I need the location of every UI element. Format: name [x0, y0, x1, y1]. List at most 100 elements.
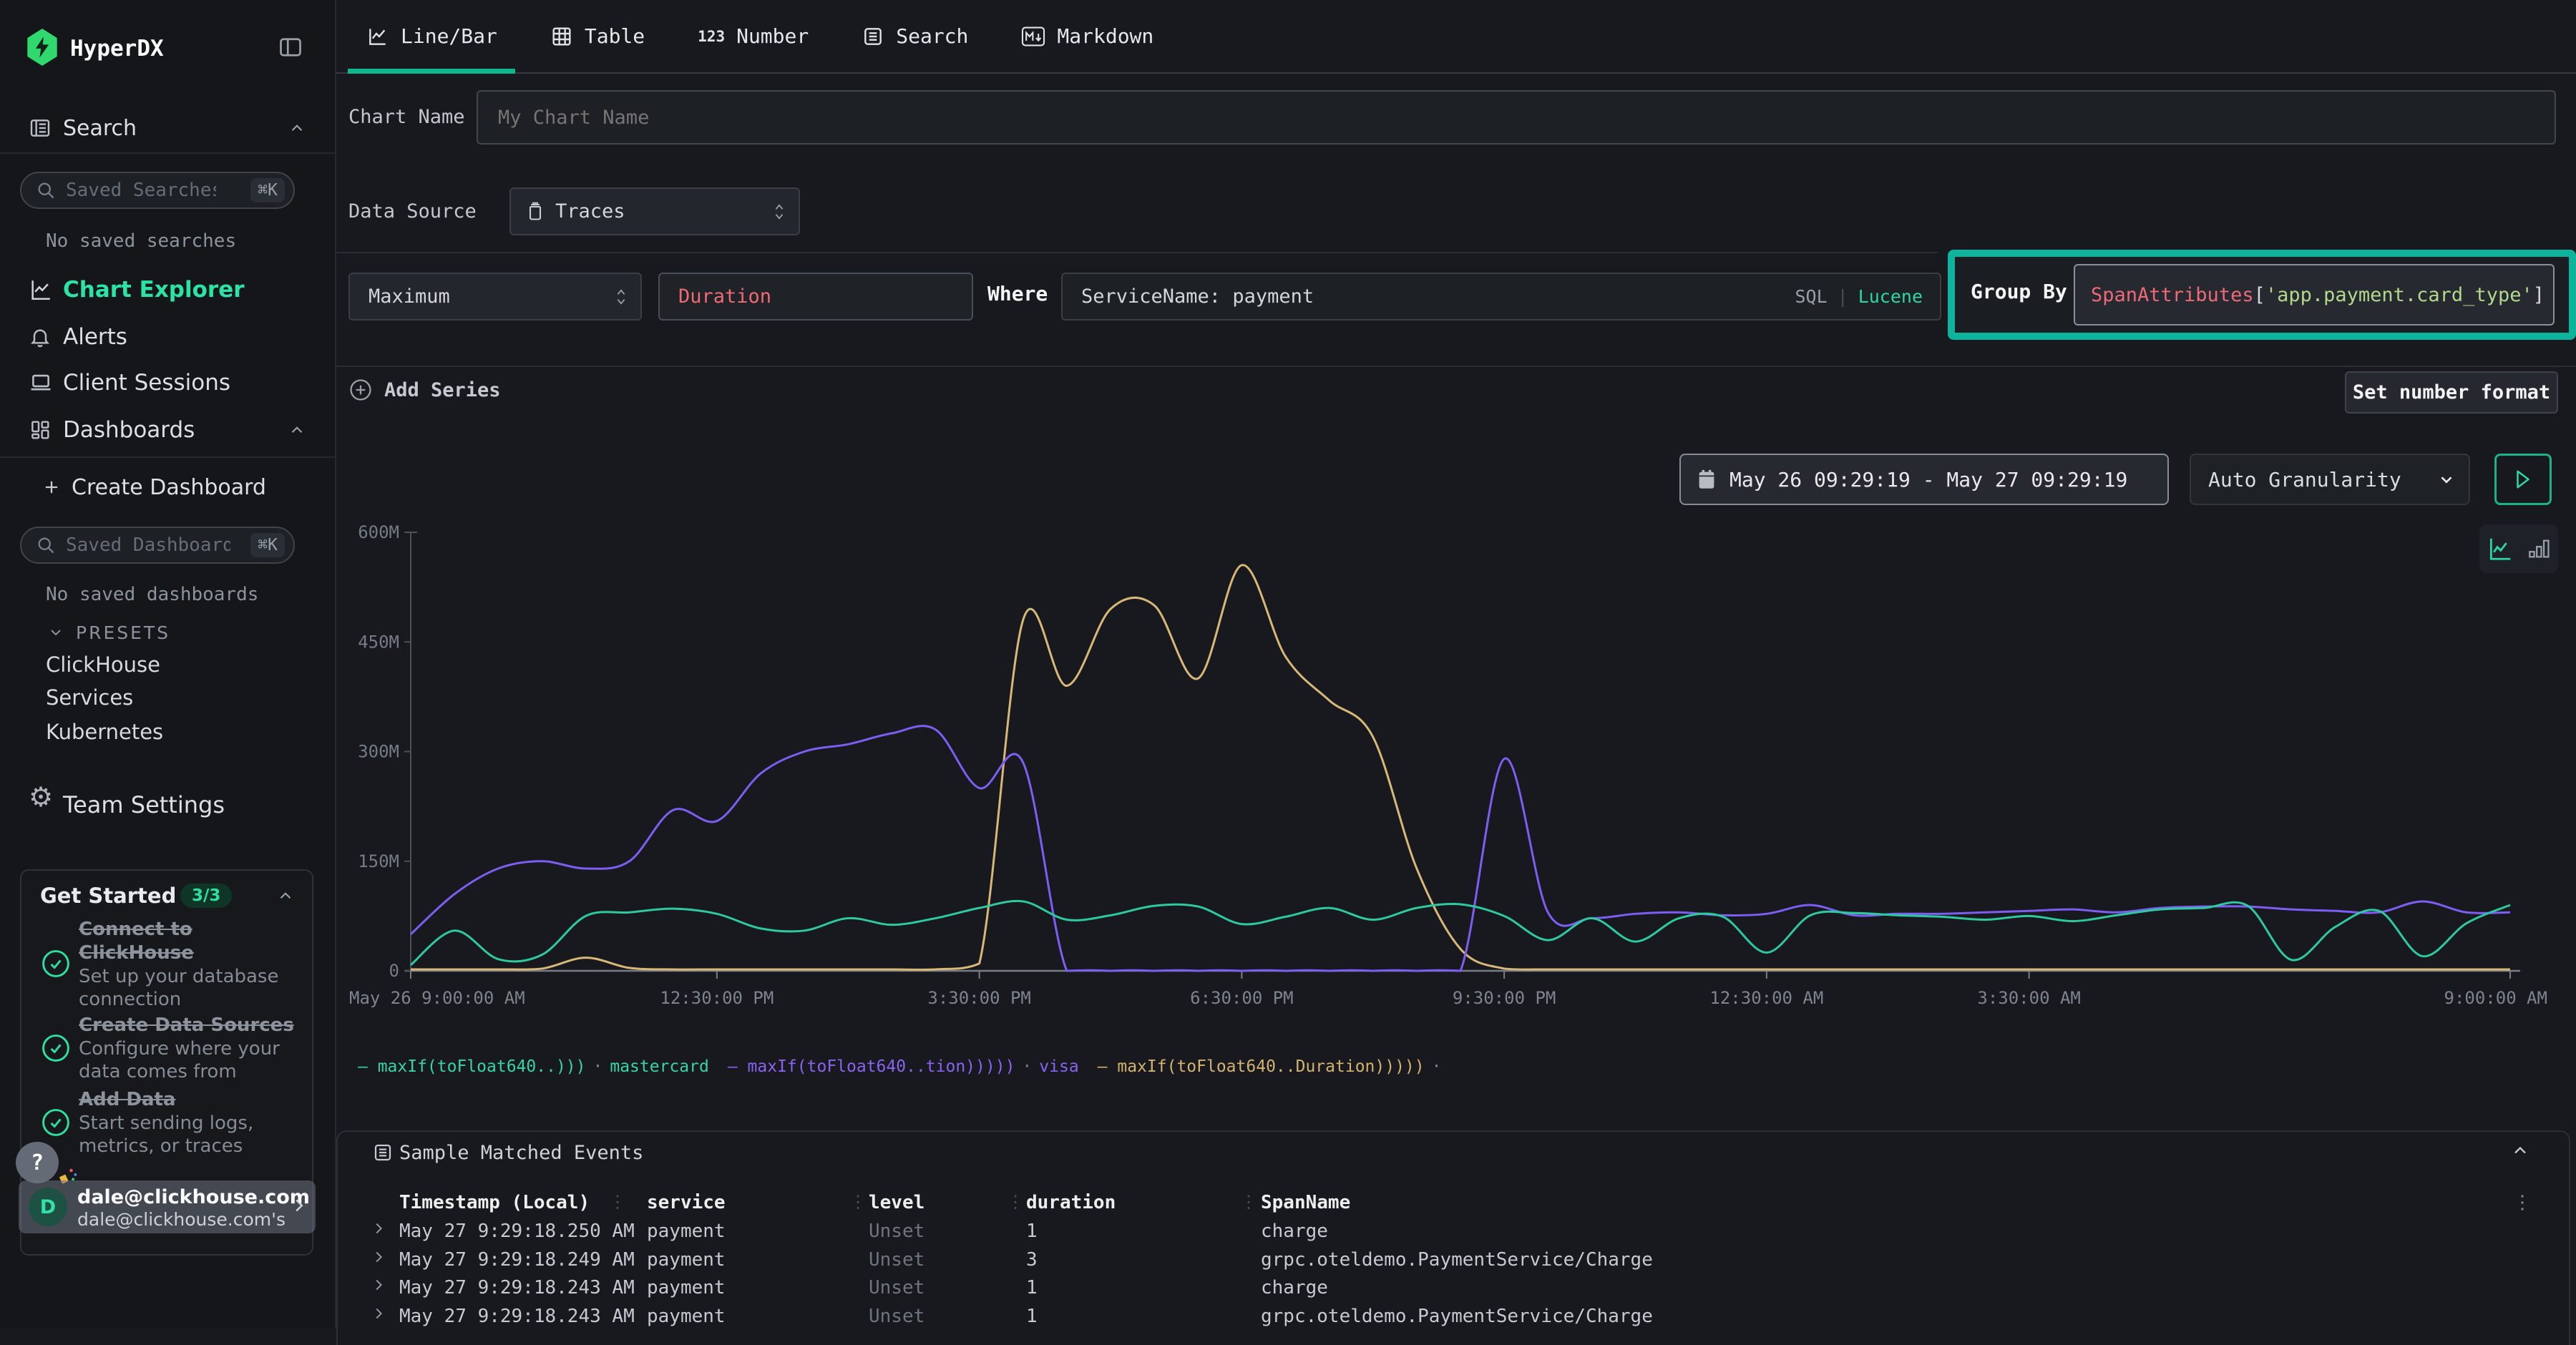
where-input[interactable]: ServiceName: payment SQL | Lucene	[1061, 273, 1941, 321]
sidebar-item-team-settings[interactable]: ⚙ Team Settings	[0, 787, 336, 823]
svg-text:9:00:00 AM: 9:00:00 AM	[2444, 988, 2548, 1008]
tab-markdown[interactable]: Markdown	[1021, 24, 1153, 48]
table-row[interactable]: May 27 9:29:18.250 AMpaymentUnset1charge	[338, 1216, 2556, 1245]
table-row[interactable]: May 27 9:29:18.249 AMpaymentUnset3grpc.o…	[338, 1245, 2556, 1273]
chart-name-field[interactable]	[498, 107, 1070, 129]
timeseries-chart[interactable]: 0150M300M450M600MMay 26 9:00:00 AM12:30:…	[329, 522, 2576, 1055]
date-range-value: May 26 09:29:19 - May 27 09:29:19	[1729, 468, 2127, 491]
svg-text:12:30:00 PM: 12:30:00 PM	[660, 988, 774, 1008]
gs-item-desc: Set up your database connection	[79, 965, 286, 1011]
expand-row-icon[interactable]	[371, 1221, 386, 1236]
aggregation-select[interactable]: Maximum	[348, 273, 642, 321]
search-icon	[36, 180, 56, 200]
dashboards-icon	[29, 419, 52, 441]
field-input[interactable]: Duration	[658, 273, 973, 321]
saved-searches-field[interactable]	[66, 180, 216, 201]
column-header[interactable]: service	[647, 1192, 726, 1213]
user-subtitle: dale@clickhouse.com's	[77, 1209, 286, 1230]
chevron-up-icon[interactable]	[288, 119, 306, 137]
group-by-input[interactable]: SpanAttributes['app.payment.card_type']	[2074, 264, 2555, 326]
expand-row-icon[interactable]	[371, 1249, 386, 1265]
lucene-toggle[interactable]: Lucene	[1858, 286, 1923, 307]
create-dashboard-button[interactable]: Create Dashboard	[0, 471, 336, 504]
chevron-up-icon[interactable]	[276, 886, 295, 905]
query-language-toggle[interactable]: SQL | Lucene	[1795, 286, 1923, 307]
bell-icon	[29, 326, 52, 348]
sidebar-item-alerts[interactable]: Alerts	[0, 321, 336, 353]
tab-search[interactable]: Search	[862, 24, 968, 48]
legend-item[interactable]: — maxIf(toFloat640..Duration)))))·	[1098, 1057, 1449, 1076]
saved-dashboards-field[interactable]	[66, 534, 230, 556]
add-series-label: Add Series	[384, 379, 501, 401]
get-started-item[interactable]: Add Data Start sending logs, metrics, or…	[79, 1088, 301, 1158]
chevron-down-icon	[2437, 470, 2456, 489]
date-range-input[interactable]: May 26 09:29:19 - May 27 09:29:19	[1679, 454, 2169, 505]
column-header[interactable]: level	[869, 1192, 924, 1213]
sidebar-item-chart-explorer[interactable]: Chart Explorer	[0, 273, 336, 306]
group-by-arg: 'app.payment.card_type'	[2265, 284, 2533, 306]
data-source-select[interactable]: Traces	[509, 187, 800, 235]
column-resize-handle[interactable]: ⋮	[609, 1192, 626, 1212]
table-cell: charge	[1261, 1221, 1328, 1242]
saved-dashboards-input[interactable]: ⌘K	[20, 527, 295, 564]
line-bar-icon	[366, 25, 389, 48]
table-cell: payment	[647, 1306, 726, 1327]
table-cell: charge	[1261, 1277, 1328, 1298]
chevron-up-icon[interactable]	[288, 421, 306, 439]
sidebar-item-client-sessions[interactable]: Client Sessions	[0, 366, 336, 399]
help-button[interactable]: ?	[16, 1142, 59, 1183]
sample-matched-events-panel: Sample Matched Events Timestamp (Local)s…	[336, 1130, 2570, 1345]
get-started-item[interactable]: Connect to ClickHouse Set up your databa…	[79, 918, 293, 1011]
granularity-select[interactable]: Auto Granularity	[2190, 454, 2470, 505]
sidebar-section-search[interactable]: Search	[0, 112, 336, 145]
column-resize-handle[interactable]: ⋮	[1240, 1192, 1257, 1212]
sql-toggle[interactable]: SQL	[1795, 286, 1827, 307]
legend-item[interactable]: — maxIf(toFloat640..)))·mastercard	[358, 1057, 709, 1076]
create-dashboard-label: Create Dashboard	[72, 475, 266, 500]
set-number-format-button[interactable]: Set number format	[2345, 371, 2558, 414]
run-query-button[interactable]	[2494, 454, 2552, 505]
chart-legend[interactable]: — maxIf(toFloat640..)))·mastercard — maxI…	[358, 1057, 1468, 1076]
table-row[interactable]: May 27 9:29:18.243 AMpaymentUnset1charge	[338, 1273, 2556, 1301]
tab-label: Number	[736, 24, 809, 48]
gs-item-title: Create Data Sources	[79, 1014, 301, 1037]
no-saved-dashboards-note: No saved dashboards	[46, 584, 258, 605]
team-settings-label: Team Settings	[63, 791, 225, 818]
saved-searches-input[interactable]: ⌘K	[20, 172, 295, 209]
user-card[interactable]: D dale@clickhouse.com dale@clickhouse.co…	[19, 1180, 316, 1233]
legend-item[interactable]: — maxIf(toFloat640..tion)))))·visa	[728, 1057, 1079, 1076]
column-header[interactable]: duration	[1026, 1192, 1116, 1213]
plus-circle-icon	[348, 378, 373, 402]
collapse-sidebar-icon[interactable]	[278, 34, 303, 60]
add-series-button[interactable]: Add Series	[348, 378, 501, 402]
column-resize-handle[interactable]: ⋮	[1007, 1192, 1024, 1212]
presets-toggle[interactable]: PRESETS	[0, 618, 336, 647]
svg-text:6:30:00 PM: 6:30:00 PM	[1190, 988, 1294, 1008]
expand-row-icon[interactable]	[371, 1277, 386, 1293]
collapse-panel-icon[interactable]	[2510, 1140, 2530, 1160]
tab-table[interactable]: Table	[550, 24, 645, 48]
preset-services[interactable]: Services	[46, 685, 133, 710]
data-source-label: Data Source	[348, 200, 477, 222]
plus-icon	[42, 477, 62, 497]
kebab-menu-icon[interactable]: ⋮	[2513, 1192, 2532, 1213]
tab-line-bar[interactable]: Line/Bar	[366, 24, 497, 48]
preset-clickhouse[interactable]: ClickHouse	[46, 652, 160, 677]
table-cell: May 27 9:29:18.243 AM	[399, 1306, 635, 1327]
get-started-item[interactable]: Create Data Sources Configure where your…	[79, 1014, 301, 1083]
expand-row-icon[interactable]	[371, 1306, 386, 1321]
tab-number[interactable]: 123 Number	[698, 24, 809, 48]
shortcut-badge: ⌘K	[250, 533, 285, 557]
table-cell: May 27 9:29:18.249 AM	[399, 1249, 635, 1271]
chart-name-input[interactable]	[477, 90, 2556, 145]
column-resize-handle[interactable]: ⋮	[849, 1192, 867, 1212]
table-row[interactable]: May 27 9:29:18.243 AMpaymentUnset1grpc.o…	[338, 1301, 2556, 1330]
table-cell: Unset	[869, 1249, 924, 1271]
sidebar-search-label: Search	[63, 116, 137, 141]
svg-text:150M: 150M	[358, 851, 399, 871]
sidebar-item-dashboards[interactable]: Dashboards	[0, 414, 336, 446]
column-header[interactable]: SpanName	[1261, 1192, 1350, 1213]
divider	[336, 366, 2576, 367]
column-header[interactable]: Timestamp (Local)	[399, 1192, 590, 1213]
preset-kubernetes[interactable]: Kubernetes	[46, 720, 163, 744]
